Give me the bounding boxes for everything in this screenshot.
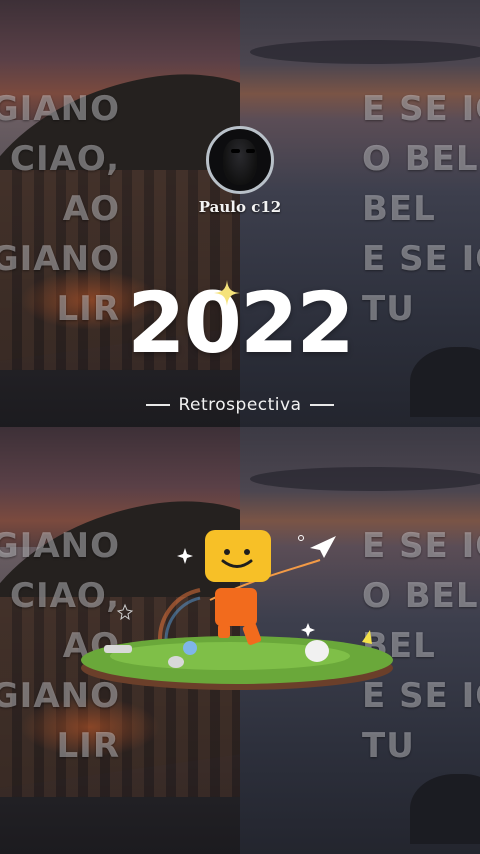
eye: [231, 149, 240, 153]
divider-line: [146, 404, 171, 406]
avatar[interactable]: [206, 126, 274, 194]
lyric-line: GIANO: [0, 239, 120, 279]
mascot-head: [205, 530, 271, 582]
subtitle-row: Retrospectiva: [0, 395, 480, 415]
lyric-line: LIR: [56, 726, 120, 766]
subtitle: Retrospectiva: [178, 395, 302, 415]
profile-name: Paulo c12: [198, 198, 282, 216]
year-title: 2022: [127, 274, 355, 372]
rock: [410, 774, 480, 844]
lyric-line: TU: [362, 726, 415, 766]
cloud: [250, 467, 480, 491]
paper-plane-icon: [310, 536, 336, 558]
masked-face: [223, 139, 257, 185]
eye: [246, 149, 255, 153]
profile-header: Paulo c12: [0, 126, 480, 216]
mascot-body: [215, 588, 257, 626]
sparkle-icon: [214, 280, 240, 306]
cloud: [250, 40, 480, 64]
divider-line: [309, 404, 334, 406]
lyric-line: E SE IO: [362, 89, 480, 129]
lyric-line: GIANO: [0, 89, 120, 129]
mascot-illustration: [81, 530, 393, 690]
lyric-line: E SE IO: [362, 239, 480, 279]
chick: [305, 640, 329, 662]
